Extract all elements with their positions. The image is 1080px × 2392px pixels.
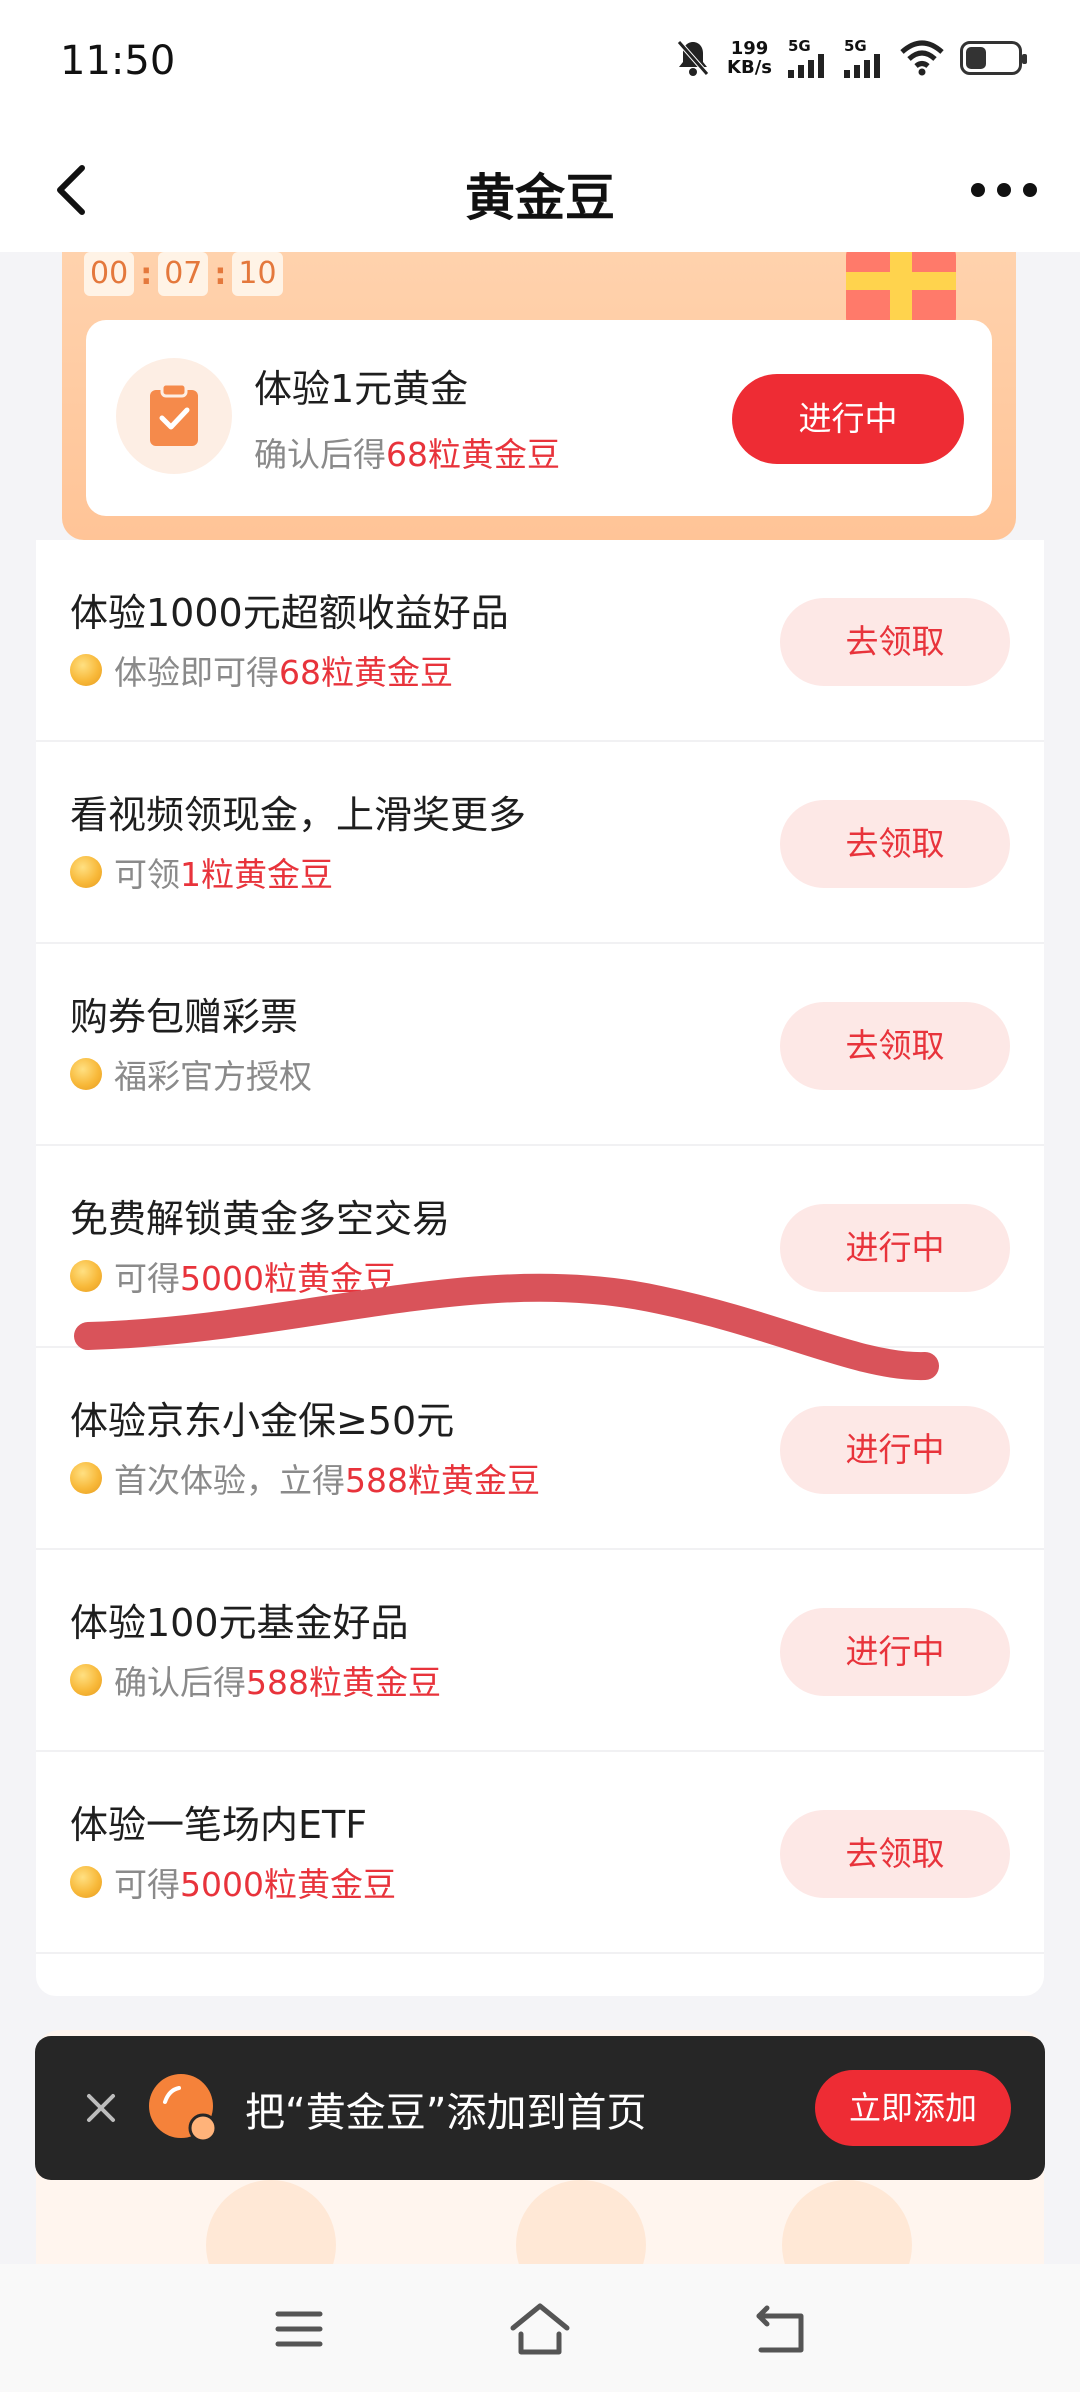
status-time: 11:50 xyxy=(60,38,176,84)
home-icon[interactable] xyxy=(505,2294,575,2364)
claim-button[interactable]: 去领取 xyxy=(780,598,1010,686)
task-sub-prefix: 首次体验，立得 xyxy=(114,1461,345,1500)
list-item: 免费解锁黄金多空交易 可得5000粒黄金豆 进行中 xyxy=(36,1146,1044,1348)
in-progress-button[interactable]: 进行中 xyxy=(780,1406,1010,1494)
promo-card: 00 : 07 : 10 体验1元黄金 确认后得68粒黄金豆 进行中 xyxy=(62,252,1016,540)
task-sub-reward: 5000粒黄金豆 xyxy=(180,1865,396,1904)
add-now-button[interactable]: 立即添加 xyxy=(815,2070,1011,2146)
sim1-label: 5G xyxy=(788,36,811,55)
coin-icon xyxy=(70,1462,102,1494)
list-item: 体验一笔场内ETF 可得5000粒黄金豆 去领取 xyxy=(36,1752,1044,1954)
sim2-label: 5G xyxy=(844,36,867,55)
task-title: 看视频领现金，上滑奖更多 xyxy=(70,793,527,837)
page-title: 黄金豆 xyxy=(465,169,615,227)
task-title: 体验1000元超额收益好品 xyxy=(70,591,509,635)
task-subtitle: 福彩官方授权 xyxy=(70,1050,312,1098)
signal-sim2: 5G xyxy=(844,36,884,78)
coin-icon xyxy=(70,1260,102,1292)
battery-icon xyxy=(960,41,1027,75)
task-title: 免费解锁黄金多空交易 xyxy=(70,1197,451,1241)
promo-icon-wrap xyxy=(116,358,232,474)
net-speed-unit: KB/s xyxy=(727,57,772,78)
task-sub-reward: 68粒黄金豆 xyxy=(279,653,453,692)
task-sub-prefix: 可领 xyxy=(114,855,180,894)
claim-button[interactable]: 去领取 xyxy=(780,1810,1010,1898)
banner-text: 把“黄金豆”添加到首页 xyxy=(245,2090,647,2136)
task-title: 体验京东小金保≥50元 xyxy=(70,1399,455,1443)
task-sub-prefix: 体验即可得 xyxy=(114,653,279,692)
back-icon[interactable] xyxy=(745,2294,815,2364)
add-to-home-banner: 把“黄金豆”添加到首页 立即添加 xyxy=(35,2036,1045,2180)
task-sub-reward: 588粒黄金豆 xyxy=(246,1663,441,1702)
task-sub-reward: 588粒黄金豆 xyxy=(345,1461,540,1500)
app-logo-icon xyxy=(149,2074,218,2143)
task-title: 购券包赠彩票 xyxy=(70,995,299,1039)
signal-sim1: 5G xyxy=(788,36,828,78)
task-subtitle: 体验即可得68粒黄金豆 xyxy=(70,646,453,694)
task-sub-reward: 5000粒黄金豆 xyxy=(180,1259,396,1298)
more-dots-icon[interactable] xyxy=(964,168,1044,212)
task-subtitle: 可得5000粒黄金豆 xyxy=(70,1252,396,1300)
list-item: 看视频领现金，上滑奖更多 可领1粒黄金豆 去领取 xyxy=(36,742,1044,944)
promo-title: 体验1元黄金 xyxy=(254,367,469,411)
bell-muted-icon xyxy=(677,40,709,76)
countdown-timer: 00 : 07 : 10 xyxy=(84,252,283,296)
timer-colon: : xyxy=(214,256,227,292)
task-sub-reward: 1粒黄金豆 xyxy=(180,855,333,894)
task-list: 体验1000元超额收益好品 体验即可得68粒黄金豆 去领取 看视频领现金，上滑奖… xyxy=(36,540,1044,1996)
signal-icon xyxy=(788,53,824,78)
task-sub-prefix: 可得 xyxy=(114,1865,180,1904)
system-nav-bar xyxy=(0,2264,1080,2392)
nav-bar: 黄金豆 xyxy=(0,128,1080,252)
task-subtitle: 确认后得588粒黄金豆 xyxy=(70,1656,441,1704)
task-sub-prefix: 确认后得 xyxy=(114,1663,246,1702)
coin-icon xyxy=(70,1664,102,1696)
net-speed-value: 199 xyxy=(730,38,769,59)
promo-task: 体验1元黄金 确认后得68粒黄金豆 进行中 xyxy=(86,320,992,516)
in-progress-button[interactable]: 进行中 xyxy=(780,1608,1010,1696)
task-title: 体验一笔场内ETF xyxy=(70,1803,368,1847)
signal-icon xyxy=(844,53,880,78)
timer-hours: 00 xyxy=(84,252,135,296)
in-progress-button[interactable]: 进行中 xyxy=(780,1204,1010,1292)
list-item: 体验1000元超额收益好品 体验即可得68粒黄金豆 去领取 xyxy=(36,540,1044,742)
net-speed: 199 KB/s xyxy=(727,39,772,77)
promo-subtitle: 确认后得68粒黄金豆 xyxy=(254,428,560,476)
timer-colon: : xyxy=(140,256,153,292)
status-icons: 199 KB/s 5G 5G xyxy=(675,36,1027,78)
list-item: 体验100元基金好品 确认后得588粒黄金豆 进行中 xyxy=(36,1550,1044,1752)
promo-status-button[interactable]: 进行中 xyxy=(732,374,964,464)
task-subtitle: 可得5000粒黄金豆 xyxy=(70,1858,396,1906)
coin-icon xyxy=(70,1866,102,1898)
promo-sub-prefix: 确认后得 xyxy=(254,435,386,474)
list-item: 体验京东小金保≥50元 首次体验，立得588粒黄金豆 进行中 xyxy=(36,1348,1044,1550)
close-icon[interactable] xyxy=(73,2080,129,2136)
timer-minutes: 07 xyxy=(158,252,209,296)
coin-icon xyxy=(70,1058,102,1090)
task-subtitle: 首次体验，立得588粒黄金豆 xyxy=(70,1454,540,1502)
task-title: 体验100元基金好品 xyxy=(70,1601,409,1645)
clipboard-check-icon xyxy=(150,382,198,446)
task-subtitle: 可领1粒黄金豆 xyxy=(70,848,333,896)
timer-seconds: 10 xyxy=(232,252,283,296)
claim-button[interactable]: 去领取 xyxy=(780,1002,1010,1090)
coin-icon xyxy=(70,856,102,888)
task-sub-prefix: 福彩官方授权 xyxy=(114,1057,312,1096)
coin-icon xyxy=(70,654,102,686)
wifi-icon xyxy=(900,40,944,76)
claim-button[interactable]: 去领取 xyxy=(780,800,1010,888)
list-item: 购券包赠彩票 福彩官方授权 去领取 xyxy=(36,944,1044,1146)
promo-sub-reward: 68粒黄金豆 xyxy=(386,435,560,474)
status-bar: 11:50 199 KB/s 5G 5G xyxy=(0,0,1080,128)
menu-icon[interactable] xyxy=(264,2294,334,2364)
task-sub-prefix: 可得 xyxy=(114,1259,180,1298)
